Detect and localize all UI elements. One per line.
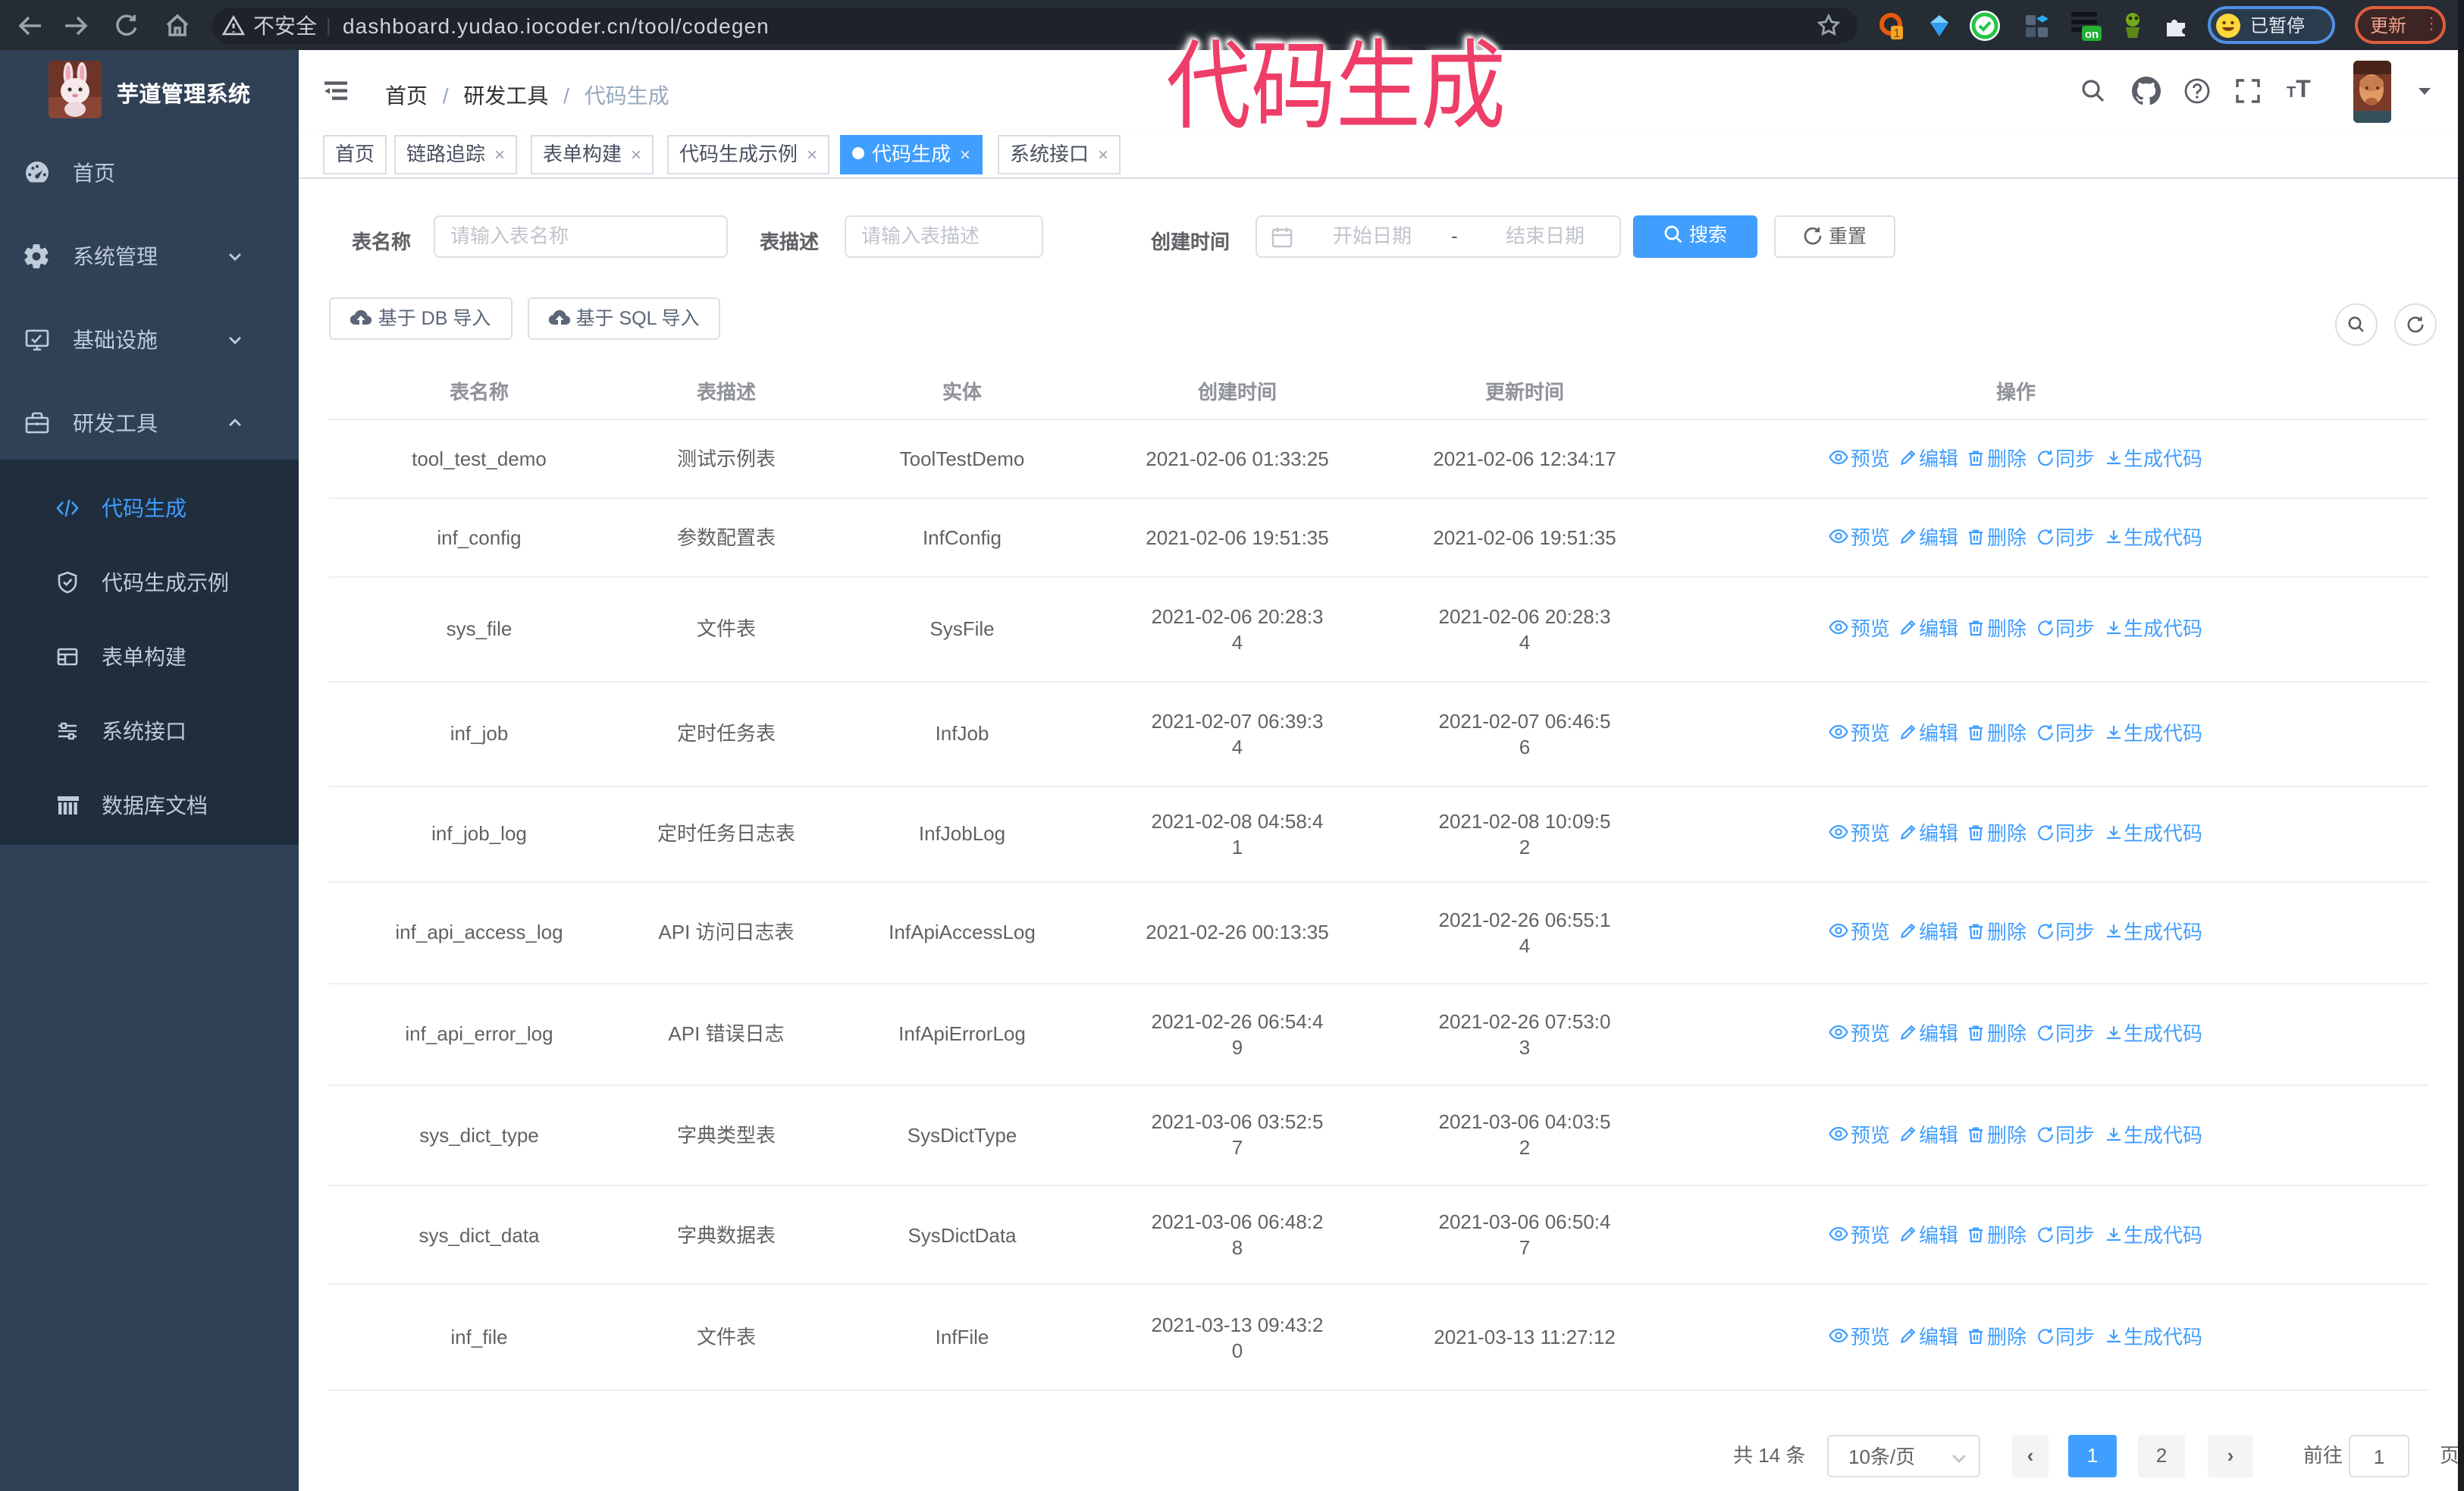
svg-text:1: 1 — [1894, 27, 1901, 39]
svg-text:on: on — [2085, 27, 2099, 40]
